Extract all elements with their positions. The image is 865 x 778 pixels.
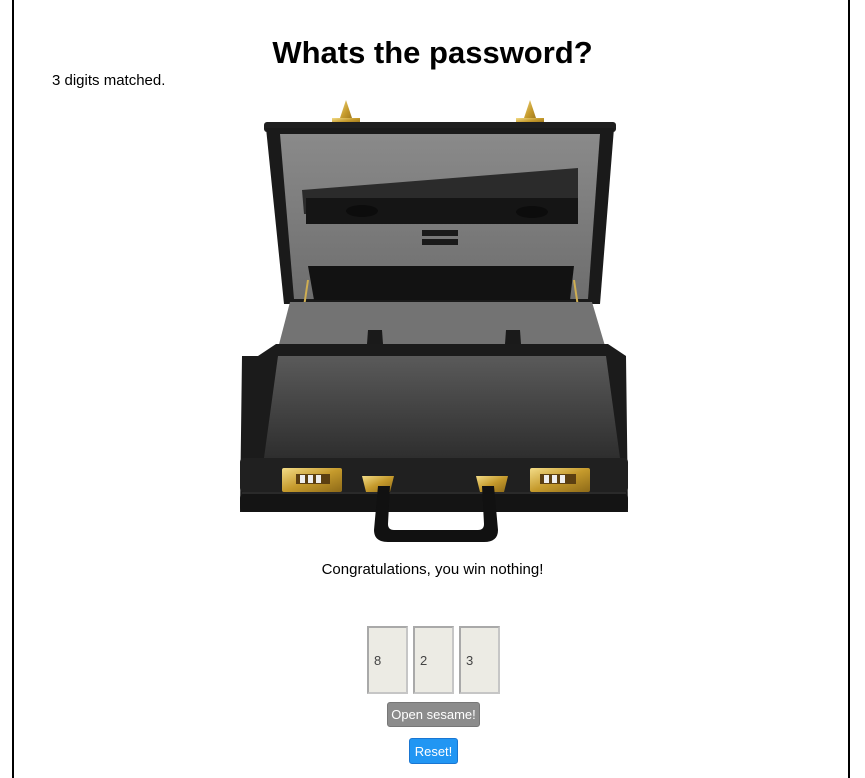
reset-button[interactable]: Reset! (409, 738, 458, 764)
digit-input-3[interactable] (459, 626, 500, 694)
open-sesame-button[interactable]: Open sesame! (387, 702, 480, 727)
combination-inputs (367, 626, 500, 694)
open-briefcase-image (232, 94, 632, 544)
page-title: Whats the password? (272, 34, 593, 70)
match-status: 3 digits matched. (52, 72, 166, 89)
digit-input-1[interactable] (367, 626, 408, 694)
result-message: Congratulations, you win nothing! (321, 561, 544, 578)
digit-input-2[interactable] (413, 626, 454, 694)
